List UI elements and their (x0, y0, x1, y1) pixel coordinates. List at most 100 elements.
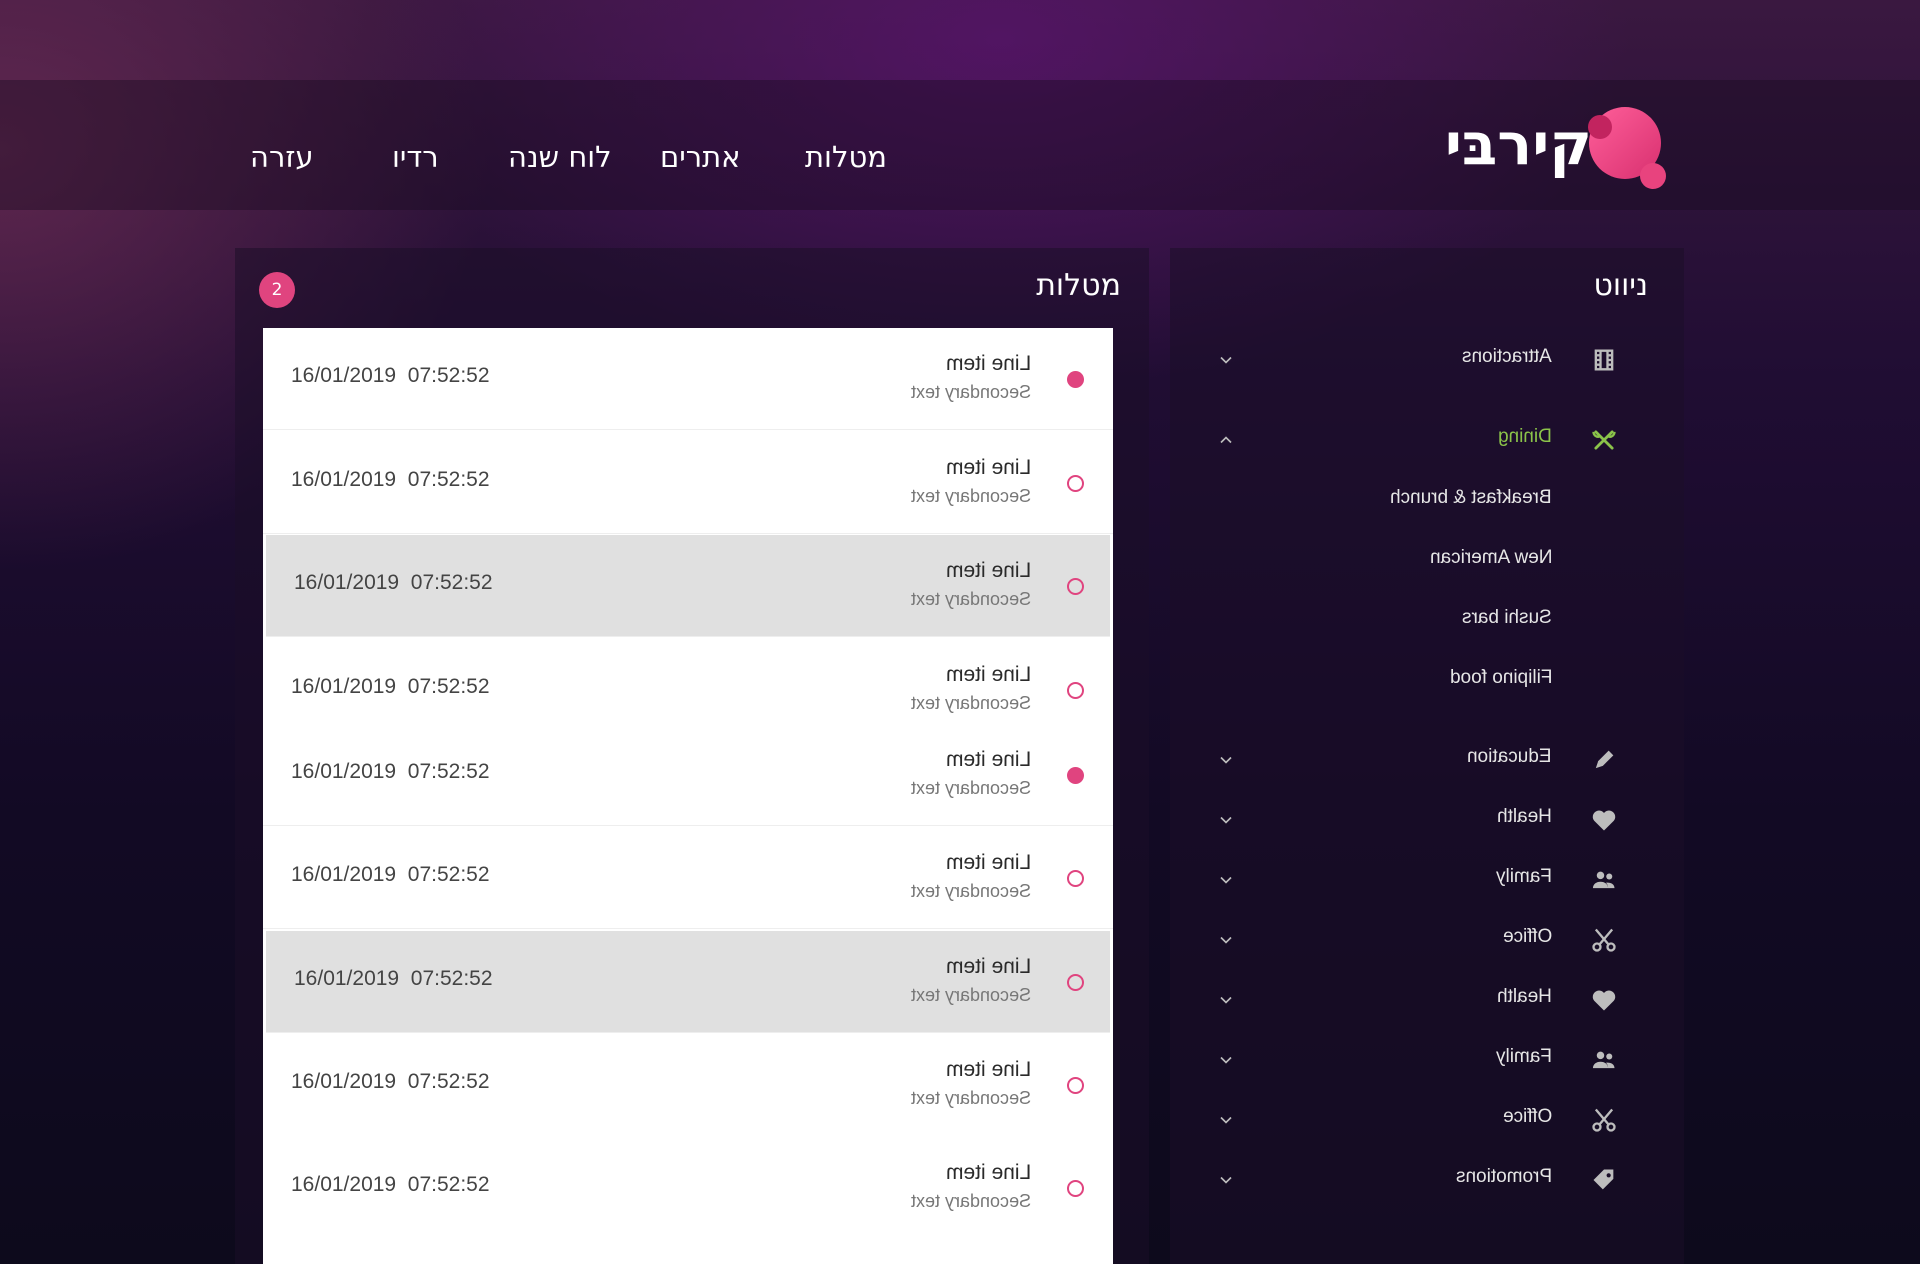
table-row[interactable]: 16/01/2019 07:52:52 Line item Secondary … (263, 1034, 1113, 1136)
row-secondary: Secondary text (910, 486, 1031, 506)
status-dot-outline[interactable] (1067, 578, 1084, 595)
nav-item-family[interactable]: Family (1170, 860, 1684, 900)
row-datetime: 16/01/2019 07:52:52 (291, 863, 490, 886)
nav-subitem-label: New American (1429, 547, 1553, 568)
scissors-icon (1592, 1108, 1616, 1132)
top-app-bar: עזרה רדיו לוח שנה אתרים מטלות קירבּי (0, 80, 1920, 210)
row-datetime: 16/01/2019 07:52:52 (291, 1173, 490, 1196)
row-title: Line item (945, 1058, 1031, 1081)
nav-subitem[interactable]: Sushi bars (1170, 602, 1684, 638)
status-dot-outline[interactable] (1067, 974, 1084, 991)
row-datetime: 16/01/2019 07:52:52 (291, 675, 490, 698)
nav-tasks[interactable]: מטלות (805, 140, 887, 178)
chevron-down-icon[interactable] (1216, 350, 1236, 370)
heart-icon (1592, 810, 1616, 831)
chevron-down-icon[interactable] (1216, 1110, 1236, 1130)
status-dot-outline[interactable] (1067, 870, 1084, 887)
nav-calendar[interactable]: לוח שנה (508, 140, 612, 178)
nav-item-dining[interactable]: Dining (1170, 420, 1684, 460)
row-datetime: 16/01/2019 07:52:52 (291, 1070, 490, 1093)
row-title: Line item (945, 955, 1031, 978)
nav-subitem[interactable]: New American (1170, 542, 1684, 578)
chevron-down-icon[interactable] (1216, 870, 1236, 890)
nav-item-label: Education (1467, 746, 1552, 767)
chevron-up-icon[interactable] (1216, 430, 1236, 450)
status-dot-outline[interactable] (1067, 1180, 1084, 1197)
tag-icon (1593, 1169, 1614, 1190)
chevron-down-icon[interactable] (1216, 750, 1236, 770)
tasks-title: מטלות (1036, 268, 1121, 303)
nav-item-office[interactable]: Office (1170, 920, 1684, 960)
nav-item-health[interactable]: Health (1170, 800, 1684, 840)
tasks-panel: מטלות 2 16/01/2019 07:52:52 Line item Se… (235, 248, 1149, 1264)
tasks-count-badge: 2 (259, 272, 295, 308)
row-datetime: 16/01/2019 07:52:52 (294, 571, 493, 594)
nav-subitem-label: Filipino food (1449, 667, 1552, 688)
row-title: Line item (945, 352, 1031, 375)
nav-help[interactable]: עזרה (250, 140, 314, 178)
status-dot-outline[interactable] (1067, 682, 1084, 699)
nav-item-education[interactable]: Education (1170, 740, 1684, 780)
chevron-down-icon[interactable] (1216, 1170, 1236, 1190)
nav-item-health[interactable]: Health (1170, 980, 1684, 1020)
nav-item-label: Office (1502, 1106, 1552, 1127)
row-secondary: Secondary text (910, 778, 1031, 798)
row-datetime: 16/01/2019 07:52:52 (291, 760, 490, 783)
status-dot-filled[interactable] (1067, 767, 1084, 784)
nav-radio[interactable]: רדיו (392, 140, 439, 178)
row-datetime: 16/01/2019 07:52:52 (291, 364, 490, 387)
nav-item-attractions[interactable]: Attractions (1170, 340, 1684, 380)
table-row-selected[interactable]: 16/01/2019 07:52:52 Line item Secondary … (266, 535, 1110, 637)
chevron-down-icon[interactable] (1216, 810, 1236, 830)
fork-knife-icon (1592, 430, 1616, 450)
table-row[interactable]: 16/01/2019 07:52:52 Line item Secondary … (263, 1137, 1113, 1239)
nav-item-label: Health (1497, 986, 1552, 1007)
nav-item-office[interactable]: Office (1170, 1100, 1684, 1140)
pencil-icon (1595, 750, 1614, 769)
nav-subitem[interactable]: Filipino food (1170, 662, 1684, 698)
table-row[interactable]: 16/01/2019 07:52:52 Line item Secondary … (263, 827, 1113, 929)
row-title: Line item (945, 851, 1031, 874)
chevron-down-icon[interactable] (1216, 1050, 1236, 1070)
task-list[interactable]: 16/01/2019 07:52:52 Line item Secondary … (263, 328, 1113, 1264)
logo[interactable]: קירבּי (1432, 102, 1672, 202)
row-secondary: Secondary text (910, 382, 1031, 402)
nav-item-label: Family (1496, 1046, 1552, 1067)
row-secondary: Secondary text (910, 985, 1031, 1005)
chevron-down-icon[interactable] (1216, 990, 1236, 1010)
people-icon (1592, 1051, 1615, 1069)
nav-item-family[interactable]: Family (1170, 1040, 1684, 1080)
logo-text: קירבּי (1444, 110, 1592, 178)
nav-item-label: Office (1502, 926, 1552, 947)
row-title: Line item (945, 456, 1031, 479)
chevron-down-icon[interactable] (1216, 930, 1236, 950)
row-secondary: Secondary text (910, 881, 1031, 901)
nav-item-label: Attractions (1462, 346, 1552, 367)
nav-sites[interactable]: אתרים (660, 140, 741, 178)
logo-mark-icon (1588, 107, 1666, 189)
nav-subitem-label: Breakfast & brunch (1390, 487, 1552, 508)
nav-subitem[interactable]: Breakfast & brunch (1170, 482, 1684, 518)
row-title: Line item (945, 559, 1031, 582)
nav-subitem-label: Sushi bars (1462, 607, 1552, 628)
row-datetime: 16/01/2019 07:52:52 (294, 967, 493, 990)
navigation-title: ניווט (1593, 268, 1648, 303)
row-secondary: Secondary text (910, 589, 1031, 609)
film-icon (1594, 349, 1614, 371)
scissors-icon (1592, 928, 1616, 952)
nav-item-label: Family (1496, 866, 1552, 887)
people-icon (1592, 871, 1615, 889)
nav-item-label: Promotions (1455, 1166, 1552, 1187)
status-dot-outline[interactable] (1067, 1077, 1084, 1094)
table-row-selected[interactable]: 16/01/2019 07:52:52 Line item Secondary … (266, 931, 1110, 1033)
row-datetime: 16/01/2019 07:52:52 (291, 468, 490, 491)
table-row[interactable]: 16/01/2019 07:52:52 Line item Secondary … (263, 328, 1113, 430)
table-row[interactable]: 16/01/2019 07:52:52 Line item Secondary … (263, 432, 1113, 534)
nav-item-promotions[interactable]: Promotions (1170, 1160, 1684, 1190)
row-title: Line item (945, 1161, 1031, 1184)
navigation-drawer: ניווט Attractions Dining Breakfast & bru… (1170, 248, 1684, 1264)
row-secondary: Secondary text (910, 1088, 1031, 1108)
status-dot-outline[interactable] (1067, 475, 1084, 492)
status-dot-filled[interactable] (1067, 371, 1084, 388)
table-row[interactable]: 16/01/2019 07:52:52 Line item Secondary … (263, 724, 1113, 826)
